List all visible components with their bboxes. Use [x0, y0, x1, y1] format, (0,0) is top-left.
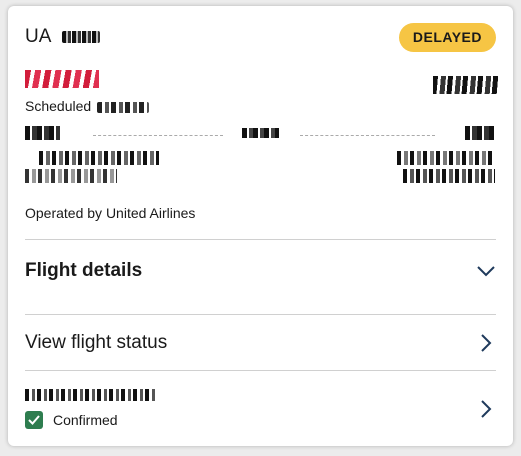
redacted-departure-airport: [39, 151, 159, 165]
carrier-code: UA: [25, 26, 51, 47]
flight-times: [25, 124, 495, 144]
status-badge: DELAYED: [398, 23, 496, 52]
redacted-date: [433, 76, 498, 94]
chevron-right-icon: [476, 333, 496, 353]
operated-by: Operated by United Airlines: [25, 205, 196, 221]
redacted-arrival-airport: [397, 151, 495, 165]
flight-details-label: Flight details: [25, 260, 143, 281]
booking-link[interactable]: Confirmed: [25, 384, 496, 434]
view-flight-status-label: View flight status: [25, 332, 168, 353]
redacted-duration: [242, 128, 279, 138]
route-line-right: [300, 135, 435, 136]
divider: [25, 314, 496, 315]
airport-info: [25, 149, 495, 189]
scheduled-time: Scheduled: [25, 98, 150, 114]
flight-card: UA DELAYED Scheduled Operated by United …: [8, 6, 513, 446]
divider: [25, 370, 496, 371]
redacted-arrival-terminal: [403, 169, 495, 183]
confirmed-label: Confirmed: [53, 412, 118, 428]
redacted-departure-time: [25, 126, 60, 140]
chevron-right-icon: [476, 399, 496, 419]
flight-number: UA: [25, 26, 100, 48]
confirmed-status: Confirmed: [25, 411, 155, 429]
redacted-route: [25, 70, 99, 88]
divider: [25, 239, 496, 240]
view-flight-status-link[interactable]: View flight status: [25, 328, 496, 358]
redacted-arrival-time: [465, 126, 495, 140]
flight-details-toggle[interactable]: Flight details: [25, 256, 496, 286]
check-icon: [25, 411, 43, 429]
redacted-departure-terminal: [25, 169, 117, 183]
redacted-booking-reference: [25, 389, 155, 401]
route-line-left: [93, 135, 223, 136]
redacted-scheduled-time: [97, 101, 150, 113]
scheduled-label: Scheduled: [25, 98, 92, 114]
chevron-down-icon: [476, 261, 496, 281]
booking-info: Confirmed: [25, 389, 155, 429]
redacted-flight-number: [61, 30, 100, 43]
